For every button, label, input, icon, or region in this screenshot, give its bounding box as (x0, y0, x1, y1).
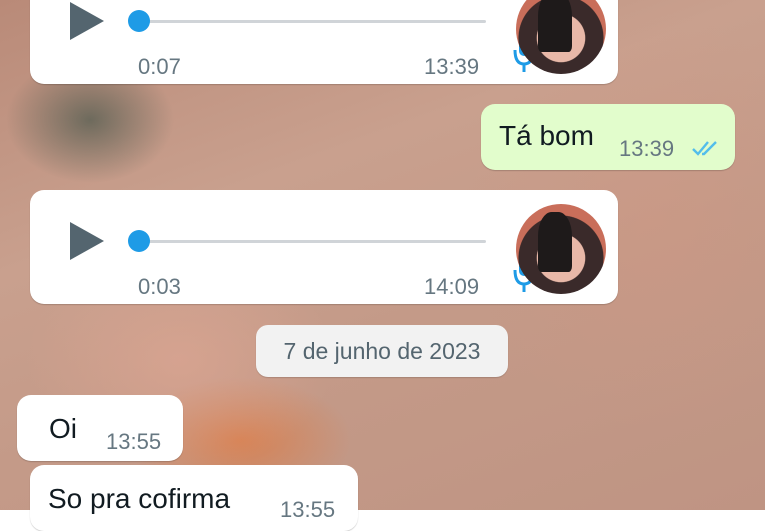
date-divider: 7 de junho de 2023 (256, 325, 508, 377)
message-time: 13:39 (424, 54, 480, 79)
avatar[interactable] (516, 204, 606, 294)
voice-message-1[interactable]: 0:07 13:39 (30, 0, 618, 84)
double-check-icon (692, 141, 717, 156)
audio-seek-handle[interactable] (128, 10, 150, 32)
audio-seek-handle[interactable] (128, 230, 150, 252)
audio-progress-track[interactable] (138, 20, 486, 23)
voice-duration: 0:03 (138, 274, 181, 299)
message-time: 14:09 (424, 274, 480, 299)
voice-duration: 0:07 (138, 54, 181, 79)
play-icon[interactable] (70, 2, 104, 40)
audio-progress-track[interactable] (138, 240, 486, 243)
play-icon[interactable] (70, 222, 104, 260)
message-time: 13:39 (619, 136, 675, 161)
message-text: Oi (49, 413, 77, 444)
outgoing-message[interactable]: Tá bom 13:39 (481, 104, 735, 170)
message-text: So pra cofirma (48, 483, 231, 514)
message-time: 13:55 (106, 429, 162, 454)
message-text: Tá bom (499, 120, 594, 151)
message-time: 13:55 (280, 497, 336, 522)
incoming-message[interactable]: Oi 13:55 (17, 395, 183, 461)
voice-message-2[interactable]: 0:03 14:09 (30, 190, 618, 304)
incoming-message[interactable]: So pra cofirma 13:55 (30, 465, 358, 531)
